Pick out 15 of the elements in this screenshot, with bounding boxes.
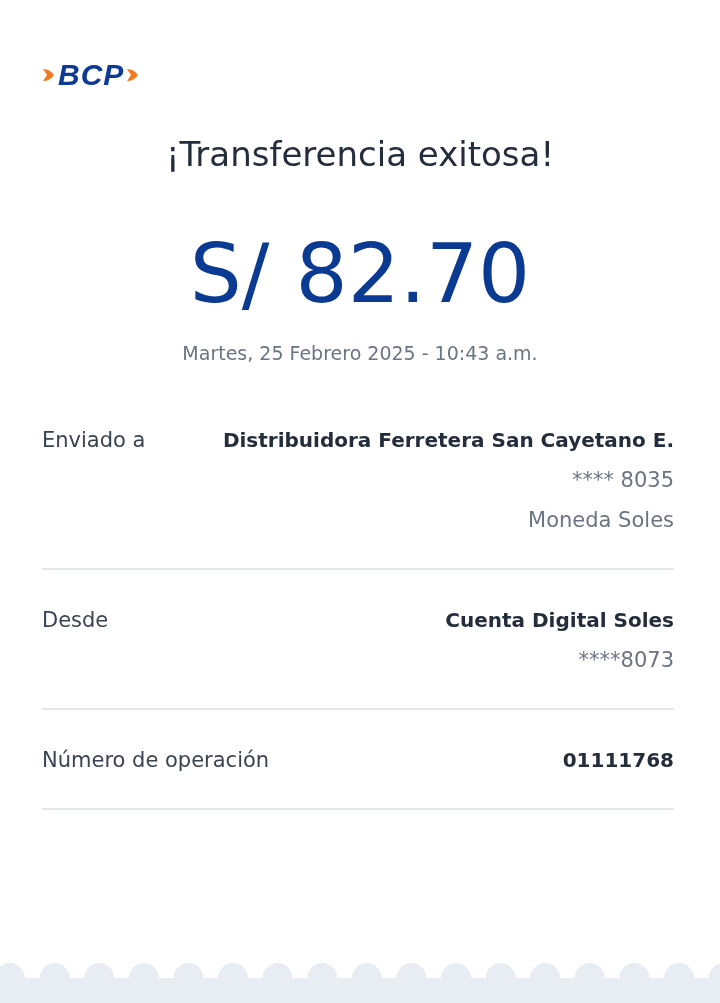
chevron-icon: [42, 67, 56, 83]
date: Martes, 25 Febrero 2025 - 10:43 a.m.: [181, 342, 539, 364]
detail-value: Distribuidora Ferretera San Cayetano E.: [222, 427, 674, 454]
detail-value: **** 8035: [571, 467, 674, 494]
detail-value: Moneda Soles: [528, 507, 674, 534]
detail-value: 01111768: [562, 747, 674, 774]
title: ¡Transferencia exitosa!: [164, 134, 555, 174]
logo: BCP: [58, 58, 125, 92]
chevron-icon: [126, 67, 141, 83]
detail-label: Enviado a: [42, 427, 146, 454]
detail-value: Cuenta Digital Soles: [445, 607, 674, 634]
detail-value: ****8073: [578, 647, 674, 674]
detail-label: Desde: [42, 607, 109, 634]
detail-label: Número de operación: [42, 747, 270, 774]
amount: S/ 82.70: [188, 226, 532, 322]
